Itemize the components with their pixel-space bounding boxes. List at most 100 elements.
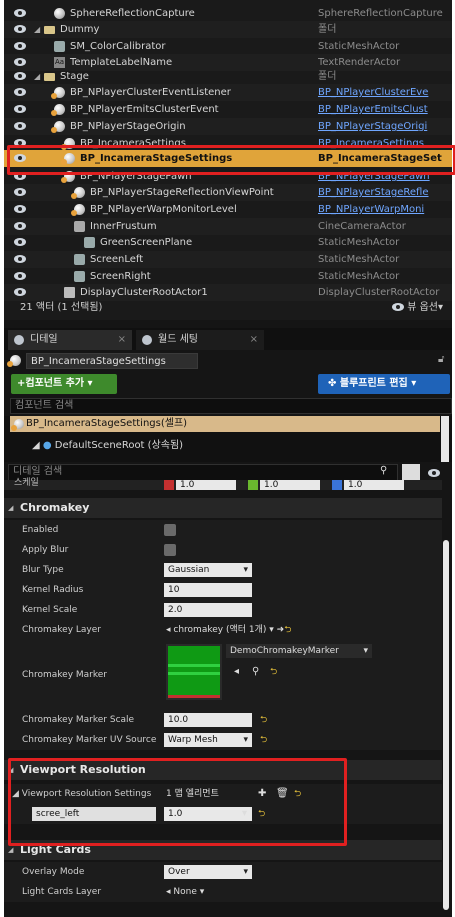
kernel-scale-label: Kernel Scale — [22, 605, 78, 615]
blueprint-icon — [71, 187, 85, 199]
visibility-eye-icon[interactable] — [14, 58, 26, 66]
marker-scale-field[interactable]: 10.0 — [164, 713, 252, 727]
lock-icon[interactable]: 🔓︎ — [438, 354, 444, 365]
blur-type-dropdown[interactable]: Gaussian — [164, 563, 252, 577]
reset-icon[interactable]: ⮌ — [260, 710, 267, 730]
visibility-eye-icon[interactable] — [14, 272, 26, 280]
kernel-radius-label: Kernel Radius — [22, 585, 84, 595]
visibility-eye-icon[interactable] — [14, 25, 26, 33]
marker-thumbnail[interactable] — [166, 644, 222, 700]
add-component-label: +컴포넌트 추가 — [17, 378, 85, 389]
outliner-row[interactable]: ◢ Stage 폴더 — [4, 68, 452, 85]
outliner-item-name: InnerFrustum — [90, 221, 157, 232]
component-self-item[interactable]: BP_IncameraStageSettings(셀프) — [10, 416, 440, 432]
component-search-input[interactable]: 컴포넌트 검색 — [10, 398, 452, 414]
close-icon[interactable]: × — [118, 330, 126, 350]
blueprint-icon — [7, 355, 21, 367]
outliner-item-type-link[interactable]: BP_NPlayerClusterEve — [318, 84, 448, 101]
outliner-item-name: ScreenRight — [90, 271, 151, 282]
outliner-row[interactable]: BP_NPlayerStageOrigin BP_NPlayerStageOrig… — [4, 118, 452, 135]
outliner-row[interactable]: ScreenRight StaticMeshActor — [4, 268, 452, 285]
component-self-label: BP_IncameraStageSettings(셀프) — [26, 418, 188, 429]
visibility-eye-icon[interactable] — [14, 205, 26, 213]
z-axis-icon — [332, 480, 342, 490]
mesh-icon — [54, 41, 65, 52]
visibility-eye-icon[interactable] — [428, 469, 440, 477]
visibility-eye-icon[interactable] — [14, 255, 26, 263]
outliner-item-type: StaticMeshActor — [318, 254, 400, 265]
kernel-radius-field[interactable]: 10 — [164, 583, 252, 597]
chromakey-marker-row: Chromakey Marker DemoChromakeyMarker ▾ ◂ … — [4, 640, 442, 710]
add-component-button[interactable]: +컴포넌트 추가 ▾ — [11, 374, 117, 394]
outliner-row[interactable]: BP_NPlayerWarpMonitorLevel BP_NPlayerWarp… — [4, 201, 452, 218]
outliner-item-type: SphereReflectionCapture — [318, 8, 443, 19]
outliner-row[interactable]: GreenScreenPlane StaticMeshActor — [4, 234, 452, 251]
visibility-eye-icon[interactable] — [14, 42, 26, 50]
marker-uv-dropdown[interactable]: Warp Mesh — [164, 733, 252, 747]
visibility-eye-icon[interactable] — [14, 222, 26, 230]
component-scrollbar[interactable] — [441, 416, 449, 462]
light-cards-layer-picker[interactable]: ◂ None ▾ — [166, 882, 204, 902]
outliner-item-type-link[interactable]: BP_NPlayerEmitsClust — [318, 101, 448, 118]
overlay-mode-dropdown[interactable]: Over — [164, 865, 252, 879]
tab-details[interactable]: 디테일 × — [8, 330, 132, 350]
visibility-eye-icon[interactable] — [14, 122, 26, 130]
scale-y-field[interactable]: 1.0 — [260, 480, 320, 490]
tab-world-settings[interactable]: 월드 세팅 × — [136, 330, 264, 350]
view-options-eye-icon — [392, 303, 404, 311]
visibility-eye-icon[interactable] — [14, 9, 26, 17]
component-tree: BP_IncameraStageSettings(셀프) ◢ ● Default… — [4, 416, 452, 462]
outliner-item-type-link[interactable]: BP_NPlayerStageOrigi — [318, 118, 448, 135]
grid-view-icon[interactable] — [402, 464, 420, 481]
browse-icon[interactable]: ⚲ — [252, 662, 259, 682]
outliner-item-type-link[interactable]: BP_NPlayerStageRefle — [318, 184, 448, 201]
visibility-eye-icon[interactable] — [14, 238, 26, 246]
reset-icon[interactable]: ⮌ — [270, 662, 277, 682]
outliner-item-type: CineCameraActor — [318, 221, 406, 232]
actor-name-field[interactable]: BP_IncameraStageSettings — [26, 353, 198, 369]
outliner-row[interactable]: ◢ Dummy 폴더 — [4, 21, 452, 38]
folder-icon — [44, 26, 55, 34]
kernel-scale-field[interactable]: 2.0 — [164, 603, 252, 617]
outliner-item-name: BP_NPlayerWarpMonitorLevel — [90, 204, 237, 215]
details-icon — [14, 335, 24, 345]
actor-count: 21 액터 (1 선택됨) — [20, 302, 103, 313]
search-icon[interactable]: ⚲ — [380, 465, 387, 476]
enabled-checkbox[interactable] — [164, 524, 176, 536]
visibility-eye-icon[interactable] — [14, 288, 26, 296]
light-cards-layer-value: None — [173, 887, 197, 897]
unreal-editor-panels: SphereReflectionCapture SphereReflectionC… — [4, 0, 455, 917]
outliner-row[interactable]: BP_NPlayerClusterEventListener BP_NPlayer… — [4, 84, 452, 101]
layer-picker[interactable]: ◂ chromakey (액터 1개) ▾ ➜ ⮌ — [166, 620, 291, 640]
outliner-item-name: Stage — [60, 71, 89, 82]
visibility-eye-icon[interactable] — [14, 105, 26, 113]
outliner-row[interactable]: BP_NPlayerEmitsClusterEvent BP_NPlayerEmi… — [4, 101, 452, 118]
outliner-row[interactable]: SphereReflectionCapture SphereReflectionC… — [4, 5, 452, 22]
visibility-eye-icon[interactable] — [14, 72, 26, 80]
visibility-eye-icon[interactable] — [14, 188, 26, 196]
outliner-row[interactable]: SM_ColorCalibrator StaticMeshActor — [4, 38, 452, 55]
chromakey-category[interactable]: Chromakey — [4, 498, 442, 518]
close-icon[interactable]: × — [250, 330, 258, 350]
view-options-button[interactable]: 뷰 옵션▾ — [392, 296, 443, 320]
reset-icon[interactable]: ⮌ — [284, 620, 291, 640]
details-scrollbar[interactable] — [443, 540, 449, 910]
scale-z-field[interactable]: 1.0 — [344, 480, 404, 490]
reset-icon[interactable]: ⮌ — [260, 730, 267, 750]
use-selected-icon[interactable]: ◂ — [234, 662, 239, 682]
outliner-row[interactable]: ScreenLeft StaticMeshActor — [4, 251, 452, 268]
visibility-eye-icon[interactable] — [14, 88, 26, 96]
scale-x-field[interactable]: 1.0 — [176, 480, 236, 490]
marker-asset-dropdown[interactable]: DemoChromakeyMarker ▾ — [226, 644, 372, 658]
outliner-item-type-link[interactable]: BP_NPlayerWarpMoni — [318, 201, 448, 218]
outliner-row[interactable]: InnerFrustum CineCameraActor — [4, 218, 452, 235]
camera-icon — [74, 221, 85, 232]
edit-blueprint-button[interactable]: ✤ 블루프린트 편집 ▾ — [318, 374, 450, 394]
expand-arrow-icon[interactable]: ◢ — [34, 21, 40, 38]
component-button-row: +컴포넌트 추가 ▾ ✤ 블루프린트 편집 ▾ — [4, 374, 452, 396]
component-root-item[interactable]: ◢ ● DefaultSceneRoot (상속됨) — [32, 436, 183, 451]
outliner-row[interactable]: BP_NPlayerStageReflectionViewPoint BP_NPl… — [4, 184, 452, 201]
details-search-input[interactable]: 디테일 검색 — [8, 464, 398, 481]
apply-blur-checkbox[interactable] — [164, 544, 176, 556]
expand-arrow-icon[interactable]: ◢ — [34, 68, 40, 85]
